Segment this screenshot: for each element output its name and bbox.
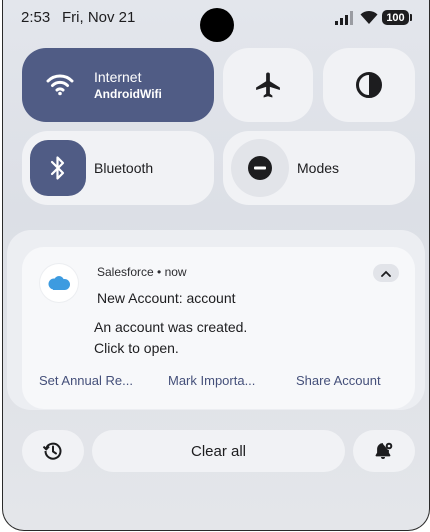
notification-shade: 2:53 Fri, Nov 21 100 Internet AndroidWif… (2, 0, 430, 531)
chevron-up-icon (381, 270, 391, 277)
notification-settings-icon (375, 442, 393, 459)
battery-indicator: 100 (382, 10, 412, 25)
notification-app-name: Salesforce • now (97, 265, 187, 279)
cell-signal-icon (335, 11, 353, 25)
notification-history-button[interactable] (22, 430, 84, 472)
internet-tile[interactable]: Internet AndroidWifi (22, 48, 214, 122)
battery-level: 100 (386, 11, 405, 24)
bluetooth-tile[interactable]: Bluetooth (22, 131, 214, 205)
do-not-disturb-icon (248, 156, 272, 180)
notification-body: An account was created. Click to open. (94, 319, 248, 356)
bluetooth-label: Bluetooth (94, 160, 154, 176)
airplane-icon (256, 72, 280, 98)
notification-settings-button[interactable] (353, 430, 415, 472)
bluetooth-icon (50, 156, 65, 180)
internet-network: AndroidWifi (94, 87, 162, 101)
clear-all-button[interactable]: Clear all (92, 430, 345, 472)
salesforce-cloud-icon (48, 275, 70, 290)
history-icon (43, 442, 62, 460)
wifi-status-icon (360, 10, 378, 24)
modes-toggle[interactable] (231, 139, 289, 197)
contrast-tile[interactable] (323, 48, 415, 122)
expand-button[interactable] (373, 264, 399, 282)
modes-label: Modes (297, 160, 340, 176)
internet-label: Internet (94, 69, 142, 85)
modes-tile[interactable]: Modes (223, 131, 415, 205)
wifi-icon (46, 74, 74, 96)
clear-all-label: Clear all (190, 442, 247, 460)
action-set-annual-revenue[interactable]: Set Annual Re... (39, 373, 133, 388)
notification-title: New Account: account (97, 290, 236, 306)
contrast-icon (356, 72, 382, 98)
status-date: Fri, Nov 21 (62, 9, 136, 26)
app-icon (40, 264, 78, 302)
action-share-account[interactable]: Share Account (296, 373, 381, 388)
status-time: 2:53 (21, 9, 51, 26)
airplane-mode-tile[interactable] (223, 48, 313, 122)
action-mark-important[interactable]: Mark Importa... (168, 373, 255, 388)
camera-cutout (200, 8, 234, 42)
bluetooth-toggle[interactable] (30, 140, 86, 196)
